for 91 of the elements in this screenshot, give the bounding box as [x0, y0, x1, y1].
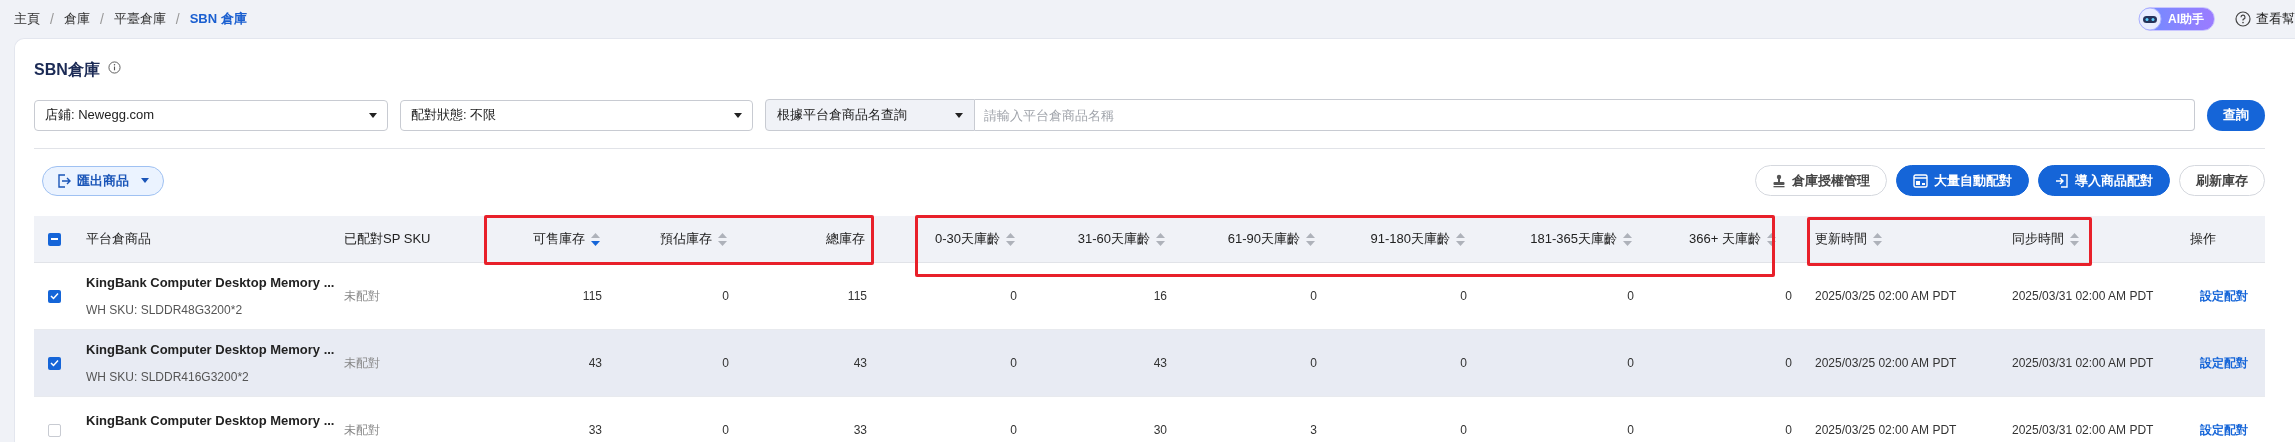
column-header[interactable]: 預佔庫存 [660, 229, 712, 249]
column-header[interactable]: 可售庫存 [533, 229, 585, 249]
set-match-link[interactable]: 設定配對 [2200, 287, 2248, 305]
table-row[interactable]: KingBank Computer Desktop Memory ... WH SKU: SLDDR416G3200*2 未配對 43 0 43 0 43 0 0 0 0 2025/03/25 02:00 AM PDT 2025/03/31 02:00 AM PDT 設定配對 [34, 330, 2265, 397]
table-cell-text: 2025/03/31 02:00 AM PDT [2012, 355, 2154, 372]
export-icon [57, 173, 71, 188]
breadcrumb-separator: / [50, 9, 54, 29]
caret-icon [734, 112, 742, 118]
table-cell-text: 0 [1627, 355, 1634, 372]
toolbar-button[interactable]: 刷新庫存 [2179, 165, 2265, 196]
table-cell-text: 0 [1010, 422, 1017, 439]
help-icon[interactable] [2235, 11, 2251, 27]
store-select[interactable]: 店鋪: Newegg.com [34, 99, 388, 131]
status-select[interactable]: 配對狀態: 不限 [400, 99, 753, 131]
table-cell-text: 0 [722, 288, 729, 305]
set-match-link[interactable]: 設定配對 [2200, 354, 2248, 372]
breadcrumb-link[interactable]: 主頁 [14, 9, 40, 29]
set-match-link[interactable]: 設定配對 [2200, 421, 2248, 439]
table-cell-text: 3 [1310, 422, 1317, 439]
column-header: 已配對SP SKU [344, 230, 431, 249]
table-cell-text: 16 [1153, 288, 1167, 305]
row-checkbox[interactable] [47, 289, 61, 303]
table-cell-text: 未配對 [344, 355, 380, 372]
table-cell-text: 0 [722, 422, 729, 439]
table-cell-text: 0 [1010, 288, 1017, 305]
table-cell-text: 0 [1785, 288, 1792, 305]
table-cell-text: 2025/03/25 02:00 AM PDT [1815, 422, 1957, 439]
column-header[interactable]: 61-90天庫齡 [1227, 229, 1300, 249]
table-cell-text: 33 [588, 422, 602, 439]
breadcrumb-link[interactable]: 倉庫 [63, 9, 90, 29]
table-cell-text: 33 [853, 422, 867, 439]
select-all-checkbox[interactable] [47, 232, 61, 246]
breadcrumb-link[interactable]: 平臺倉庫 [113, 9, 166, 29]
table-cell-text: 0 [1627, 422, 1634, 439]
import-icon [2055, 173, 2069, 188]
table-cell-text: 30 [1153, 422, 1167, 439]
table-cell-text: 2025/03/31 02:00 AM PDT [2012, 288, 2154, 305]
sort-icon[interactable] [591, 232, 600, 246]
stamp-icon [1772, 173, 1786, 188]
page-title: SBN倉庫 [34, 60, 100, 80]
column-header[interactable]: 181-365天庫齡 [1530, 229, 1617, 249]
toolbar-button[interactable]: 導入商品配對 [2038, 165, 2170, 196]
table-cell-text: 0 [722, 355, 729, 372]
table-cell-text: 43 [1153, 355, 1167, 372]
sort-icon[interactable] [1767, 232, 1776, 246]
column-header[interactable]: 31-60天庫齡 [1077, 229, 1150, 249]
row-checkbox[interactable] [47, 356, 61, 370]
info-icon [107, 60, 121, 74]
row-checkbox[interactable] [47, 423, 61, 437]
table-cell-text: 0 [1310, 288, 1317, 305]
caret-icon [955, 112, 963, 118]
column-header[interactable]: 更新時間 [1815, 229, 1867, 249]
column-header: 平台倉商品 [86, 230, 151, 249]
search-mode-select[interactable]: 根據平台倉商品名查詢 [765, 99, 975, 131]
toolbar-button[interactable]: 倉庫授權管理 [1755, 165, 1887, 196]
column-header[interactable]: 366+ 天庫齡 [1689, 229, 1761, 249]
table-cell-text: 0 [1310, 355, 1317, 372]
table-cell-text: 0 [1785, 422, 1792, 439]
table-cell-text: 43 [853, 355, 867, 372]
column-header[interactable]: 同步時間 [2012, 229, 2064, 249]
table-cell-text: 2025/03/25 02:00 AM PDT [1815, 288, 1957, 305]
breadcrumb-separator: / [175, 9, 180, 29]
search-field[interactable]: 請輸入平台倉商品名稱 [975, 99, 2195, 131]
export-button[interactable]: 匯出商品 [42, 165, 164, 196]
table-cell-text: 0 [1460, 355, 1467, 372]
table-cell-text: 2025/03/31 02:00 AM PDT [2012, 422, 2154, 439]
table-cell-text: 0 [1460, 422, 1467, 439]
window-icon [1913, 173, 1928, 188]
table-cell-text: 115 [582, 288, 602, 305]
column-header: 操作 [2190, 230, 2216, 249]
robot-icon [2138, 7, 2162, 31]
caret-icon [141, 178, 149, 183]
table-cell-text: 0 [1460, 288, 1467, 305]
table-cell-text: 未配對 [344, 422, 380, 439]
toolbar-button[interactable]: 大量自動配對 [1896, 165, 2029, 196]
column-header: 總庫存 [826, 230, 865, 249]
table-cell-text: 0 [1627, 288, 1634, 305]
help-link[interactable]: 查看幫 [2256, 9, 2295, 29]
breadcrumb-separator: / [99, 9, 104, 29]
table-cell-text: 0 [1010, 355, 1017, 372]
sku-text: WH SKU: SLDDR48G3200*2 [86, 302, 244, 320]
search-button[interactable]: 查詢 [2207, 99, 2265, 131]
caret-icon [369, 112, 377, 118]
column-header[interactable]: 91-180天庫齡 [1370, 229, 1450, 249]
table-cell-text: 2025/03/25 02:00 AM PDT [1815, 355, 1957, 372]
table-cell-text: 115 [847, 288, 867, 305]
sku-text: WH SKU: SLDDR416G3200*2 [86, 369, 250, 387]
column-header[interactable]: 0-30天庫齡 [934, 229, 1000, 249]
table-cell-text: 未配對 [344, 288, 380, 305]
table-cell-text: 0 [1785, 355, 1792, 372]
table-cell-text: 43 [588, 355, 602, 372]
